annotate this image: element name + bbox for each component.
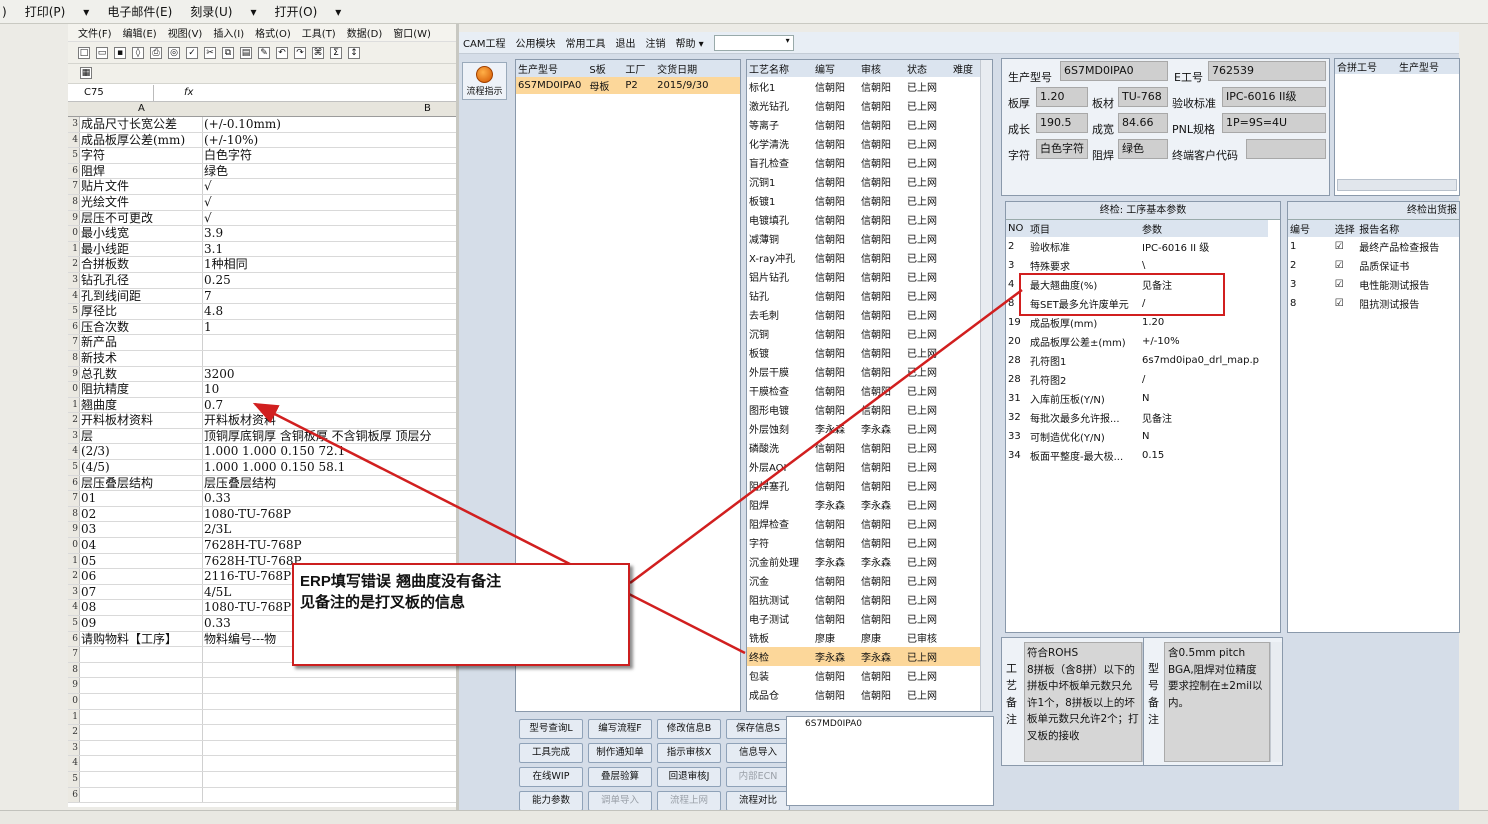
note-line2: 见备注的是打叉板的信息 bbox=[300, 593, 466, 611]
note-erp: ERP bbox=[300, 573, 331, 590]
annotation-arrows bbox=[252, 288, 1023, 655]
arrow-to-params bbox=[629, 288, 1023, 585]
annotation-note: ERP填写错误 翘曲度没有备注 见备注的是打叉板的信息 bbox=[292, 563, 630, 666]
status-bar bbox=[0, 810, 1488, 824]
note-line1: 填写错误 翘曲度没有备注 bbox=[330, 572, 502, 590]
